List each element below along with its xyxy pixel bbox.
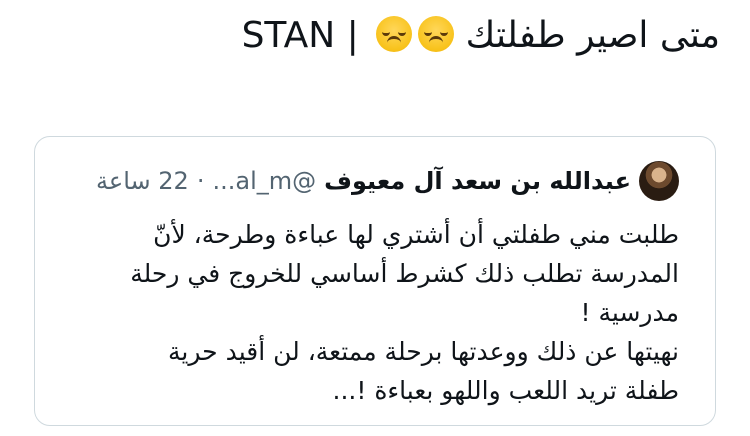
timestamp[interactable]: 22 ساعة bbox=[96, 167, 189, 195]
tweet-suffix: STAN bbox=[241, 15, 336, 56]
author-name[interactable]: عبدالله بن سعد آل معيوف bbox=[324, 167, 631, 195]
body-line: طلبت مني طفلتي أن أشتري لها عباءة وطرحة،… bbox=[153, 220, 679, 249]
body-line: مدرسية ! bbox=[580, 298, 679, 327]
disappointed-face-icon bbox=[376, 16, 413, 52]
author-handle[interactable]: @al_m... bbox=[212, 167, 316, 195]
quoted-tweet-body: طلبت مني طفلتي أن أشتري لها عباءة وطرحة،… bbox=[59, 215, 679, 410]
separator-dot: · bbox=[196, 167, 205, 195]
disappointed-face-icon bbox=[418, 16, 455, 52]
quoted-tweet-card[interactable]: عبدالله بن سعد آل معيوف @al_m... · 22 سا… bbox=[34, 136, 716, 426]
body-line: نهيتها عن ذلك ووعدتها برحلة ممتعة، لن أق… bbox=[168, 337, 679, 366]
tweet-separator: | bbox=[346, 15, 359, 56]
tweet-text: متى اصير طفلتك | STAN bbox=[20, 12, 720, 60]
quoted-tweet-header: عبدالله بن سعد آل معيوف @al_m... · 22 سا… bbox=[59, 161, 679, 201]
avatar[interactable] bbox=[639, 161, 679, 201]
body-line: طفلة تريد اللعب واللهو بعباءة !... bbox=[332, 376, 679, 405]
body-line: المدرسة تطلب ذلك كشرط أساسي للخروج في رح… bbox=[130, 259, 679, 288]
tweet-message: متى اصير طفلتك bbox=[465, 15, 720, 56]
